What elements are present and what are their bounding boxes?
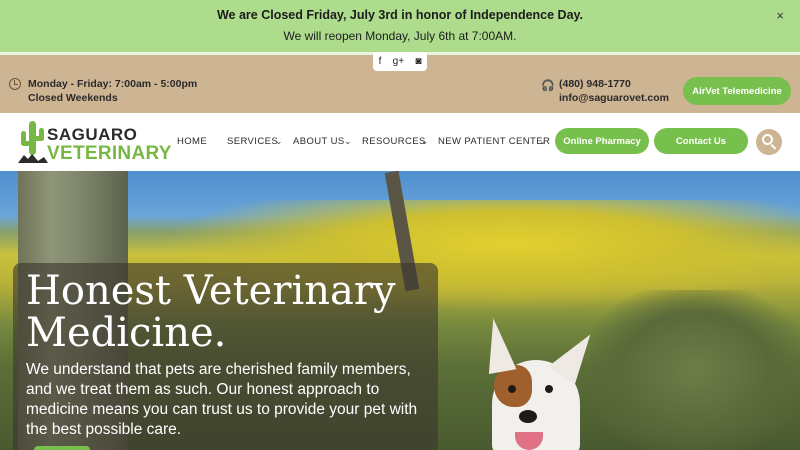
announcement-subline: We will reopen Monday, July 6th at 7:00A… [283,29,517,43]
hero-dog-eye-right [545,385,553,393]
hero-heading: Honest Veterinary Medicine. [26,268,396,356]
hero-cta-button[interactable] [34,446,90,450]
hero-description: We understand that pets are cherished fa… [26,361,418,438]
announcement-headline: We are Closed Friday, July 3rd in honor … [216,8,584,22]
hero-dog-eye-left [508,385,516,393]
site-logo[interactable]: SAGUARO VETERINARY [18,119,171,167]
nav-about-us[interactable]: ABOUT US [293,136,345,147]
airvet-telemedicine-button[interactable]: AirVet Telemedicine [683,77,791,105]
hero-dog-nose [519,410,537,423]
google-plus-icon[interactable]: g+ [393,56,404,67]
search-icon[interactable] [756,129,782,155]
hours-weekdays: Monday - Friday: 7:00am - 5:00pm [28,78,198,90]
nav-services[interactable]: SERVICES [227,136,278,147]
online-pharmacy-button[interactable]: Online Pharmacy [555,128,649,154]
chevron-down-icon[interactable]: ⌄ [539,136,547,147]
headset-icon: 🎧 [541,80,555,92]
nav-home[interactable]: HOME [177,136,207,147]
search-handle [770,144,777,150]
chevron-down-icon[interactable]: ⌄ [344,136,352,147]
chevron-down-icon[interactable]: ⌄ [421,136,429,147]
contact-us-button[interactable]: Contact Us [654,128,748,154]
email-link[interactable]: info@saguarovet.com [559,92,669,104]
hero-brush [590,290,800,450]
chevron-down-icon[interactable]: ⌄ [275,136,283,147]
logo-word-saguaro: SAGUARO [47,125,138,144]
close-icon[interactable]: × [776,8,784,23]
instagram-icon[interactable]: ◙ [415,56,421,67]
nav-resources[interactable]: RESOURCES [362,136,426,147]
nav-new-patient-center[interactable]: NEW PATIENT CENTER [438,136,550,147]
facebook-icon[interactable]: f [379,56,382,67]
phone-link[interactable]: (480) 948-1770 [559,78,631,90]
announcement-bar: We are Closed Friday, July 3rd in honor … [0,0,800,52]
hours-weekends: Closed Weekends [28,92,118,104]
clock-icon [9,78,21,90]
saguaro-cactus-icon [18,121,48,163]
social-links: f g+ ◙ [373,52,427,71]
logo-word-veterinary: VETERINARY [47,143,172,164]
